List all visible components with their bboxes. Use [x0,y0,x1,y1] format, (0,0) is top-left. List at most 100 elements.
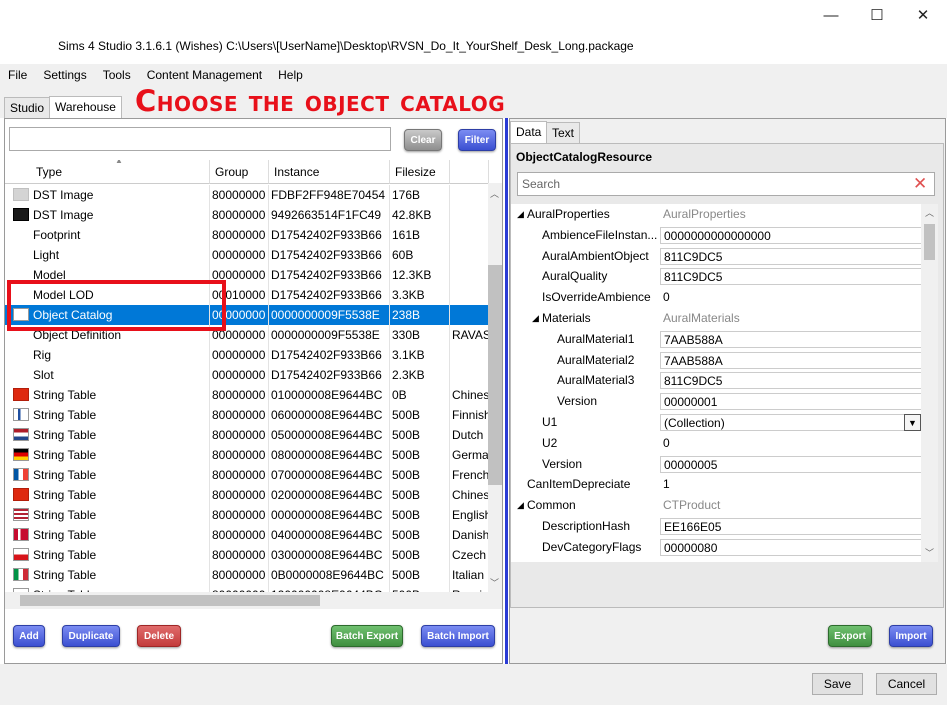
property-value[interactable]: 00000005 [660,455,921,473]
tab-data[interactable]: Data [510,121,548,143]
clear-search-icon[interactable]: ✕ [913,173,927,195]
group-cell: 80000000 [210,185,269,205]
scroll-down-icon[interactable]: ﹀ [490,576,499,589]
add-button[interactable]: Add [13,625,45,647]
header-type[interactable]: Type [5,160,210,184]
property-row[interactable]: ◢ Materials AuralMaterials [511,308,921,329]
property-value[interactable]: 00000001 [660,393,921,411]
group-cell: 00000000 [210,345,269,365]
tab-warehouse[interactable]: Warehouse [49,96,122,119]
property-value[interactable]: 811C9DC5 [660,247,921,265]
collapse-caret-icon[interactable]: ◢ [517,495,524,516]
cancel-button[interactable]: Cancel [876,673,937,695]
delete-button[interactable]: Delete [137,625,181,647]
property-row[interactable]: AuralMaterial3 811C9DC5 [511,370,921,391]
property-row[interactable]: Version 00000001 [511,391,921,412]
property-dropdown[interactable]: (Collection) [660,414,921,431]
property-row[interactable]: AuralAmbientObject 811C9DC5 [511,246,921,267]
table-row[interactable]: DST Image 80000000 9492663514F1FC49 42.8KB [5,205,489,225]
property-row[interactable]: DescriptionHash EE166E05 [511,516,921,537]
header-group[interactable]: Group [210,160,269,184]
table-row[interactable]: String Table80000000120000008E9644BC500B… [5,585,489,592]
property-search-input[interactable]: Search [517,172,935,196]
table-row[interactable]: String Table 80000000 070000008E9644BC 500B… [5,465,489,485]
property-value[interactable]: 0 [660,289,921,306]
scroll-up-icon[interactable]: ︿ [490,187,499,200]
menu-settings[interactable]: Settings [35,64,94,86]
menu-content-management[interactable]: Content Management [139,64,270,86]
property-value[interactable]: 0000000000000000 [660,226,921,244]
property-row[interactable]: DevCategoryFlags 00000080 [511,537,921,558]
menu-help[interactable]: Help [270,64,311,86]
table-row[interactable]: Slot 00000000 D17542402F933B66 2.3KB [5,365,489,385]
header-extra[interactable] [450,160,489,184]
clear-button[interactable]: Clear [404,129,442,151]
property-value[interactable]: 00000080 [660,538,921,556]
save-button[interactable]: Save [812,673,863,695]
table-row[interactable]: String Table 80000000 050000008E9644BC 500B… [5,425,489,445]
property-row[interactable]: U2 0 [511,433,921,454]
property-value[interactable]: 1 [660,476,921,493]
property-value[interactable]: 811C9DC5 [660,268,921,286]
instance-cell: FDBF2FF948E70454 [269,185,390,205]
tab-studio[interactable]: Studio [4,97,51,119]
property-row[interactable]: AuralMaterial2 7AAB588A [511,350,921,371]
minimize-button[interactable]: — [808,0,854,30]
table-row[interactable]: String Table 80000000 020000008E9644BC 500B… [5,485,489,505]
dropdown-arrow-icon[interactable]: ▼ [904,414,921,431]
maximize-button[interactable]: ☐ [854,0,900,30]
property-value[interactable]: 811C9DC5 [660,372,921,390]
property-value[interactable]: 7AAB588A [660,351,921,369]
close-button[interactable]: ✕ [900,0,946,30]
filesize-cell: 0B [390,385,450,405]
collapse-caret-icon[interactable]: ◢ [532,308,539,329]
table-row[interactable]: String Table 80000000 0B0000008E9644BC 500B… [5,565,489,585]
table-row[interactable]: String Table 80000000 040000008E9644BC 500B… [5,525,489,545]
property-row[interactable]: ◢ Common CTProduct [511,495,921,516]
import-button[interactable]: Import [889,625,933,647]
table-row[interactable]: String Table 80000000 030000008E9644BC 500B… [5,545,489,565]
filter-input[interactable] [9,127,391,151]
table-row[interactable]: String Table 80000000 010000008E9644BC 0B Ch… [5,385,489,405]
filter-button[interactable]: Filter [458,129,496,151]
export-button[interactable]: Export [828,625,872,647]
batch-export-button[interactable]: Batch Export [331,625,403,647]
header-filesize[interactable]: Filesize [390,160,450,184]
instance-cell: 050000008E9644BC [269,425,390,445]
menu-file[interactable]: File [0,64,35,86]
table-row[interactable]: String Table 80000000 080000008E9644BC 500B… [5,445,489,465]
table-row[interactable]: Light 00000000 D17542402F933B66 60B [5,245,489,265]
description-cell: French [450,465,489,485]
pane-splitter[interactable] [505,118,508,664]
property-row[interactable]: IsOverrideAmbience 0 [511,287,921,308]
duplicate-button[interactable]: Duplicate [62,625,120,647]
property-row[interactable]: AuralQuality 811C9DC5 [511,266,921,287]
description-cell [450,205,489,225]
table-row[interactable]: String Table 80000000 000000008E9644BC 500B… [5,505,489,525]
grid-hscroll-thumb[interactable] [20,595,320,606]
property-value[interactable]: 0 [660,435,921,452]
prop-scroll-up-icon[interactable]: ︿ [925,206,934,219]
property-scroll-thumb[interactable] [924,224,935,260]
table-row[interactable]: Rig 00000000 D17542402F933B66 3.1KB [5,345,489,365]
property-row[interactable]: ◢ AuralProperties AuralProperties [511,204,921,225]
header-instance[interactable]: Instance [269,160,390,184]
table-row[interactable]: Footprint 80000000 D17542402F933B66 161B [5,225,489,245]
property-value[interactable]: EE166E05 [660,518,921,535]
tab-text[interactable]: Text [546,122,581,143]
collapse-caret-icon[interactable]: ◢ [517,204,524,225]
grid-scroll-thumb[interactable] [488,265,502,485]
property-row[interactable]: CanItemDepreciate 1 [511,474,921,495]
batch-import-button[interactable]: Batch Import [421,625,495,647]
property-row[interactable]: AmbienceFileInstan... 0000000000000000 [511,225,921,246]
property-grid: ◢ AuralProperties AuralProperties AmbienceF… [511,204,921,562]
table-row[interactable]: String Table 80000000 060000008E9644BC 500B… [5,405,489,425]
property-row[interactable]: AuralMaterial1 7AAB588A [511,329,921,350]
property-row[interactable]: U1 (Collection) ▼ [511,412,921,433]
property-row[interactable]: Version 00000005 [511,454,921,475]
group-cell: 80000000 [210,465,269,485]
prop-scroll-down-icon[interactable]: ﹀ [925,546,934,559]
table-row[interactable]: DST Image 80000000 FDBF2FF948E70454 176B [5,185,489,205]
menu-tools[interactable]: Tools [95,64,139,86]
property-value[interactable]: 7AAB588A [660,330,921,348]
